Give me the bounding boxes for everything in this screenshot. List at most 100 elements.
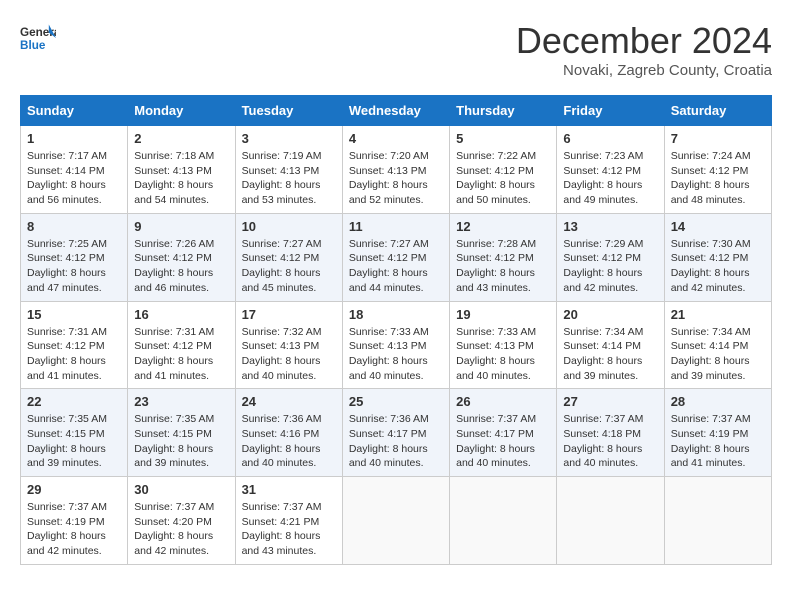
col-tuesday: Tuesday (235, 96, 342, 126)
calendar-cell: 25 Sunrise: 7:36 AM Sunset: 4:17 PM Dayl… (342, 389, 449, 477)
day-number: 5 (456, 131, 550, 146)
calendar-week-row: 22 Sunrise: 7:35 AM Sunset: 4:15 PM Dayl… (21, 389, 772, 477)
day-info: Sunrise: 7:30 AM Sunset: 4:12 PM Dayligh… (671, 237, 765, 296)
day-info: Sunrise: 7:31 AM Sunset: 4:12 PM Dayligh… (134, 325, 228, 384)
day-info: Sunrise: 7:26 AM Sunset: 4:12 PM Dayligh… (134, 237, 228, 296)
day-info: Sunrise: 7:31 AM Sunset: 4:12 PM Dayligh… (27, 325, 121, 384)
day-number: 6 (563, 131, 657, 146)
day-info: Sunrise: 7:19 AM Sunset: 4:13 PM Dayligh… (242, 149, 336, 208)
day-number: 16 (134, 307, 228, 322)
day-info: Sunrise: 7:23 AM Sunset: 4:12 PM Dayligh… (563, 149, 657, 208)
day-number: 8 (27, 219, 121, 234)
day-info: Sunrise: 7:25 AM Sunset: 4:12 PM Dayligh… (27, 237, 121, 296)
day-number: 25 (349, 394, 443, 409)
calendar-cell: 13 Sunrise: 7:29 AM Sunset: 4:12 PM Dayl… (557, 213, 664, 301)
day-info: Sunrise: 7:37 AM Sunset: 4:19 PM Dayligh… (27, 500, 121, 559)
calendar-cell: 31 Sunrise: 7:37 AM Sunset: 4:21 PM Dayl… (235, 477, 342, 565)
day-info: Sunrise: 7:36 AM Sunset: 4:16 PM Dayligh… (242, 412, 336, 471)
logo: General Blue (20, 20, 56, 56)
day-info: Sunrise: 7:37 AM Sunset: 4:19 PM Dayligh… (671, 412, 765, 471)
calendar-cell: 8 Sunrise: 7:25 AM Sunset: 4:12 PM Dayli… (21, 213, 128, 301)
day-info: Sunrise: 7:32 AM Sunset: 4:13 PM Dayligh… (242, 325, 336, 384)
calendar-cell (664, 477, 771, 565)
day-number: 29 (27, 482, 121, 497)
calendar-cell: 26 Sunrise: 7:37 AM Sunset: 4:17 PM Dayl… (450, 389, 557, 477)
month-title: December 2024 (516, 20, 772, 62)
col-thursday: Thursday (450, 96, 557, 126)
day-number: 3 (242, 131, 336, 146)
day-info: Sunrise: 7:28 AM Sunset: 4:12 PM Dayligh… (456, 237, 550, 296)
calendar-cell: 16 Sunrise: 7:31 AM Sunset: 4:12 PM Dayl… (128, 301, 235, 389)
calendar-cell: 14 Sunrise: 7:30 AM Sunset: 4:12 PM Dayl… (664, 213, 771, 301)
day-number: 17 (242, 307, 336, 322)
col-monday: Monday (128, 96, 235, 126)
day-info: Sunrise: 7:36 AM Sunset: 4:17 PM Dayligh… (349, 412, 443, 471)
day-number: 24 (242, 394, 336, 409)
calendar-cell: 21 Sunrise: 7:34 AM Sunset: 4:14 PM Dayl… (664, 301, 771, 389)
day-info: Sunrise: 7:35 AM Sunset: 4:15 PM Dayligh… (134, 412, 228, 471)
page-header: General Blue December 2024 Novaki, Zagre… (20, 20, 772, 79)
day-info: Sunrise: 7:27 AM Sunset: 4:12 PM Dayligh… (349, 237, 443, 296)
calendar-cell (557, 477, 664, 565)
calendar-cell: 22 Sunrise: 7:35 AM Sunset: 4:15 PM Dayl… (21, 389, 128, 477)
calendar-week-row: 1 Sunrise: 7:17 AM Sunset: 4:14 PM Dayli… (21, 126, 772, 214)
calendar-cell: 12 Sunrise: 7:28 AM Sunset: 4:12 PM Dayl… (450, 213, 557, 301)
day-number: 19 (456, 307, 550, 322)
calendar-cell: 30 Sunrise: 7:37 AM Sunset: 4:20 PM Dayl… (128, 477, 235, 565)
title-block: December 2024 Novaki, Zagreb County, Cro… (516, 20, 772, 79)
day-info: Sunrise: 7:18 AM Sunset: 4:13 PM Dayligh… (134, 149, 228, 208)
day-number: 10 (242, 219, 336, 234)
calendar-cell: 17 Sunrise: 7:32 AM Sunset: 4:13 PM Dayl… (235, 301, 342, 389)
day-info: Sunrise: 7:33 AM Sunset: 4:13 PM Dayligh… (456, 325, 550, 384)
calendar-cell: 1 Sunrise: 7:17 AM Sunset: 4:14 PM Dayli… (21, 126, 128, 214)
day-info: Sunrise: 7:34 AM Sunset: 4:14 PM Dayligh… (671, 325, 765, 384)
calendar-cell: 11 Sunrise: 7:27 AM Sunset: 4:12 PM Dayl… (342, 213, 449, 301)
location: Novaki, Zagreb County, Croatia (516, 62, 772, 79)
day-number: 18 (349, 307, 443, 322)
calendar-cell: 9 Sunrise: 7:26 AM Sunset: 4:12 PM Dayli… (128, 213, 235, 301)
calendar-cell: 19 Sunrise: 7:33 AM Sunset: 4:13 PM Dayl… (450, 301, 557, 389)
col-saturday: Saturday (664, 96, 771, 126)
day-number: 30 (134, 482, 228, 497)
day-number: 21 (671, 307, 765, 322)
calendar-cell: 4 Sunrise: 7:20 AM Sunset: 4:13 PM Dayli… (342, 126, 449, 214)
day-info: Sunrise: 7:27 AM Sunset: 4:12 PM Dayligh… (242, 237, 336, 296)
day-number: 27 (563, 394, 657, 409)
calendar-cell: 5 Sunrise: 7:22 AM Sunset: 4:12 PM Dayli… (450, 126, 557, 214)
day-info: Sunrise: 7:24 AM Sunset: 4:12 PM Dayligh… (671, 149, 765, 208)
day-info: Sunrise: 7:22 AM Sunset: 4:12 PM Dayligh… (456, 149, 550, 208)
calendar-week-row: 15 Sunrise: 7:31 AM Sunset: 4:12 PM Dayl… (21, 301, 772, 389)
calendar-cell: 23 Sunrise: 7:35 AM Sunset: 4:15 PM Dayl… (128, 389, 235, 477)
day-info: Sunrise: 7:17 AM Sunset: 4:14 PM Dayligh… (27, 149, 121, 208)
day-number: 28 (671, 394, 765, 409)
day-number: 22 (27, 394, 121, 409)
col-sunday: Sunday (21, 96, 128, 126)
calendar-cell: 20 Sunrise: 7:34 AM Sunset: 4:14 PM Dayl… (557, 301, 664, 389)
day-info: Sunrise: 7:34 AM Sunset: 4:14 PM Dayligh… (563, 325, 657, 384)
day-number: 31 (242, 482, 336, 497)
day-number: 14 (671, 219, 765, 234)
calendar-cell (342, 477, 449, 565)
calendar-cell: 27 Sunrise: 7:37 AM Sunset: 4:18 PM Dayl… (557, 389, 664, 477)
calendar-cell: 15 Sunrise: 7:31 AM Sunset: 4:12 PM Dayl… (21, 301, 128, 389)
day-number: 1 (27, 131, 121, 146)
day-info: Sunrise: 7:33 AM Sunset: 4:13 PM Dayligh… (349, 325, 443, 384)
day-info: Sunrise: 7:37 AM Sunset: 4:17 PM Dayligh… (456, 412, 550, 471)
calendar-cell: 3 Sunrise: 7:19 AM Sunset: 4:13 PM Dayli… (235, 126, 342, 214)
day-info: Sunrise: 7:37 AM Sunset: 4:18 PM Dayligh… (563, 412, 657, 471)
day-info: Sunrise: 7:37 AM Sunset: 4:20 PM Dayligh… (134, 500, 228, 559)
logo-icon: General Blue (20, 20, 56, 56)
day-number: 20 (563, 307, 657, 322)
calendar-cell: 18 Sunrise: 7:33 AM Sunset: 4:13 PM Dayl… (342, 301, 449, 389)
day-info: Sunrise: 7:35 AM Sunset: 4:15 PM Dayligh… (27, 412, 121, 471)
calendar-week-row: 8 Sunrise: 7:25 AM Sunset: 4:12 PM Dayli… (21, 213, 772, 301)
col-wednesday: Wednesday (342, 96, 449, 126)
calendar-cell: 6 Sunrise: 7:23 AM Sunset: 4:12 PM Dayli… (557, 126, 664, 214)
calendar-cell: 7 Sunrise: 7:24 AM Sunset: 4:12 PM Dayli… (664, 126, 771, 214)
day-number: 7 (671, 131, 765, 146)
day-number: 23 (134, 394, 228, 409)
day-info: Sunrise: 7:37 AM Sunset: 4:21 PM Dayligh… (242, 500, 336, 559)
calendar-week-row: 29 Sunrise: 7:37 AM Sunset: 4:19 PM Dayl… (21, 477, 772, 565)
col-friday: Friday (557, 96, 664, 126)
day-number: 4 (349, 131, 443, 146)
